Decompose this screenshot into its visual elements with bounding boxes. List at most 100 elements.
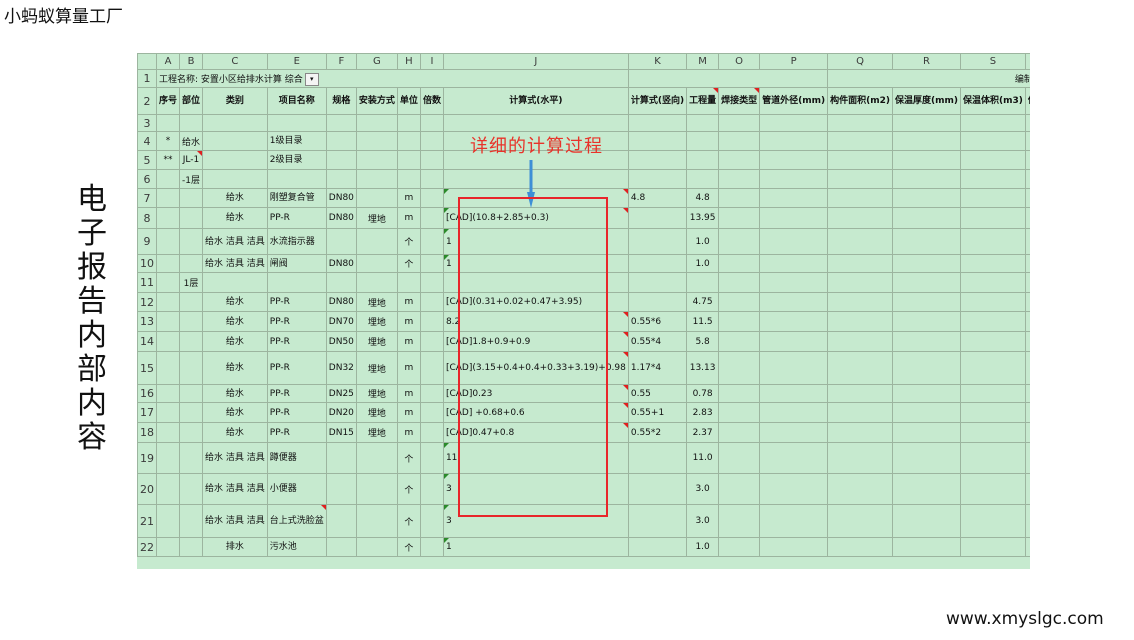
calc-vertical-cell[interactable]	[627, 473, 688, 505]
data-cell[interactable]	[959, 331, 1026, 352]
data-cell[interactable]: 给水	[202, 188, 268, 208]
data-cell[interactable]	[155, 169, 181, 189]
data-cell[interactable]	[179, 114, 204, 132]
row-header-16[interactable]: 16	[137, 384, 157, 403]
data-cell[interactable]	[355, 537, 398, 557]
data-cell[interactable]	[179, 207, 204, 229]
data-cell[interactable]	[827, 272, 893, 293]
data-cell[interactable]: 给水 洁具 洁具	[202, 504, 268, 538]
data-cell[interactable]: m	[396, 384, 421, 403]
quantity-cell[interactable]: 4.75	[686, 292, 720, 312]
data-cell[interactable]	[891, 114, 961, 132]
header-cell[interactable]: 焊接类型	[718, 87, 761, 115]
data-cell[interactable]	[827, 402, 893, 423]
data-cell[interactable]	[1024, 473, 1030, 505]
data-cell[interactable]	[155, 114, 181, 132]
data-cell[interactable]	[396, 272, 421, 293]
data-cell[interactable]: 蹲便器	[266, 442, 327, 474]
calc-vertical-cell[interactable]	[627, 537, 688, 557]
data-cell[interactable]	[759, 169, 829, 189]
data-cell[interactable]	[419, 537, 444, 557]
calc-vertical-cell[interactable]: 0.55*2	[627, 422, 688, 443]
data-cell[interactable]	[718, 254, 761, 273]
data-cell[interactable]: 水流指示器	[266, 228, 327, 255]
data-cell[interactable]	[959, 422, 1026, 443]
data-cell[interactable]	[325, 442, 357, 474]
data-cell[interactable]	[759, 254, 829, 273]
data-cell[interactable]	[419, 169, 444, 189]
data-cell[interactable]	[355, 150, 398, 170]
data-cell[interactable]	[155, 311, 181, 332]
data-cell[interactable]: *	[155, 131, 181, 151]
calc-vertical-cell[interactable]	[627, 150, 688, 170]
data-cell[interactable]: DN15	[325, 422, 357, 443]
data-cell[interactable]	[266, 114, 327, 132]
data-cell[interactable]	[179, 504, 204, 538]
quantity-cell[interactable]: 2.83	[686, 402, 720, 423]
data-cell[interactable]	[1024, 254, 1030, 273]
data-cell[interactable]	[891, 188, 961, 208]
data-cell[interactable]: 给水	[202, 311, 268, 332]
data-cell[interactable]: PP-R	[266, 292, 327, 312]
data-cell[interactable]	[827, 537, 893, 557]
data-cell[interactable]	[419, 331, 444, 352]
data-cell[interactable]: DN80	[325, 292, 357, 312]
data-cell[interactable]	[419, 254, 444, 273]
quantity-cell[interactable]: 13.13	[686, 351, 720, 385]
data-cell[interactable]: 给水 洁具 洁具	[202, 254, 268, 273]
data-cell[interactable]	[891, 207, 961, 229]
data-cell[interactable]	[827, 150, 893, 170]
data-cell[interactable]	[718, 311, 761, 332]
data-cell[interactable]: 个	[396, 537, 421, 557]
data-cell[interactable]	[355, 188, 398, 208]
data-cell[interactable]	[155, 473, 181, 505]
row-header-5[interactable]: 5	[137, 150, 157, 170]
data-cell[interactable]	[959, 504, 1026, 538]
data-cell[interactable]	[759, 131, 829, 151]
data-cell[interactable]	[419, 150, 444, 170]
data-cell[interactable]	[759, 150, 829, 170]
data-cell[interactable]	[1024, 442, 1030, 474]
compiling-unit[interactable]: 编制单位: 小蚂蚁算量工厂	[827, 69, 1030, 88]
quantity-cell[interactable]: 11.0	[686, 442, 720, 474]
row-header-11[interactable]: 11	[137, 272, 157, 293]
row-header-3[interactable]: 3	[137, 114, 157, 132]
data-cell[interactable]: DN32	[325, 351, 357, 385]
calc-vertical-cell[interactable]	[627, 272, 688, 293]
column-header-B[interactable]: B	[179, 53, 204, 70]
header-cell[interactable]: 计算式(竖向)	[627, 87, 688, 115]
data-cell[interactable]: 埋地	[355, 207, 398, 229]
data-cell[interactable]: DN70	[325, 311, 357, 332]
data-cell[interactable]	[155, 504, 181, 538]
data-cell[interactable]	[419, 504, 444, 538]
data-cell[interactable]	[155, 442, 181, 474]
data-cell[interactable]	[959, 537, 1026, 557]
data-cell[interactable]	[155, 228, 181, 255]
data-cell[interactable]	[759, 311, 829, 332]
data-cell[interactable]	[827, 114, 893, 132]
data-cell[interactable]	[759, 292, 829, 312]
data-cell[interactable]	[718, 207, 761, 229]
data-cell[interactable]: 闸阀	[266, 254, 327, 273]
data-cell[interactable]	[179, 311, 204, 332]
data-cell[interactable]	[355, 114, 398, 132]
quantity-cell[interactable]: 3.0	[686, 504, 720, 538]
data-cell[interactable]	[718, 228, 761, 255]
calc-vertical-cell[interactable]: 0.55*4	[627, 331, 688, 352]
data-cell[interactable]: DN80	[325, 188, 357, 208]
data-cell[interactable]: 给水 洁具 洁具	[202, 442, 268, 474]
data-cell[interactable]	[419, 473, 444, 505]
data-cell[interactable]	[325, 473, 357, 505]
data-cell[interactable]	[1024, 114, 1030, 132]
data-cell[interactable]	[419, 131, 444, 151]
column-header-O[interactable]: O	[718, 53, 761, 70]
data-cell[interactable]	[827, 384, 893, 403]
data-cell[interactable]	[891, 169, 961, 189]
data-cell[interactable]	[759, 331, 829, 352]
data-cell[interactable]	[155, 272, 181, 293]
column-header-F[interactable]: F	[325, 53, 357, 70]
header-cell[interactable]: 类别	[202, 87, 268, 115]
data-cell[interactable]: PP-R	[266, 402, 327, 423]
data-cell[interactable]	[1024, 150, 1030, 170]
quantity-cell[interactable]	[686, 114, 720, 132]
